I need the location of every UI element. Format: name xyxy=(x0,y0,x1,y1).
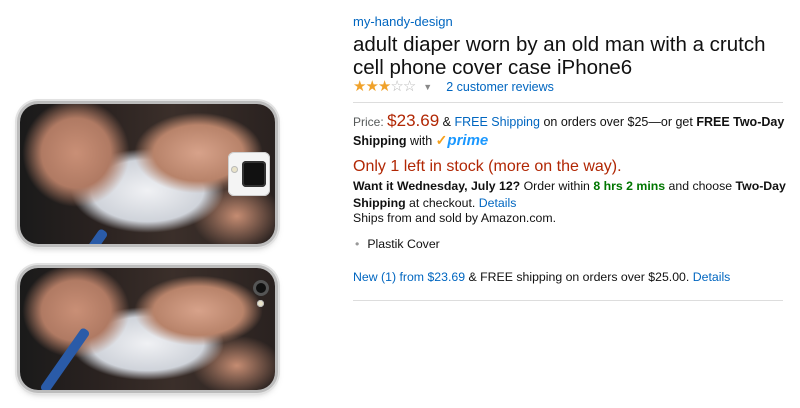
star-filled-icon: ★ xyxy=(353,78,366,95)
star-filled-icon: ★ xyxy=(365,78,378,95)
camera-lens-icon xyxy=(253,280,269,296)
customer-reviews-link[interactable]: 2 customer reviews xyxy=(446,80,554,94)
flash-icon xyxy=(257,300,264,307)
delivery-message: Want it Wednesday, July 12? Order within… xyxy=(353,178,793,212)
price-label: Price: xyxy=(353,115,384,129)
new-offers-link[interactable]: New (1) from $23.69 xyxy=(353,270,465,284)
shipping-text: on orders over $25—or get xyxy=(543,115,693,129)
star-filled-icon: ★ xyxy=(377,78,391,95)
prime-logo[interactable]: prime xyxy=(447,132,488,149)
feature-bullet: • Plastik Cover xyxy=(355,237,440,251)
with-text: with xyxy=(409,134,433,148)
star-empty-icon: ☆ xyxy=(402,78,416,95)
other-offers: New (1) from $23.69 & FREE shipping on o… xyxy=(353,270,730,284)
camera-module xyxy=(228,152,270,196)
price-value: $23.69 xyxy=(387,111,440,130)
divider xyxy=(353,300,783,301)
free-shipping-link[interactable]: FREE Shipping xyxy=(454,115,539,129)
chevron-down-icon[interactable]: ▼ xyxy=(423,82,432,92)
prime-check-icon: ✓ xyxy=(435,132,448,148)
star-empty-icon: ☆ xyxy=(390,78,403,95)
delivery-details-link[interactable]: Details xyxy=(479,196,517,210)
product-image-case-galaxy[interactable] xyxy=(20,104,275,244)
feature-text: Plastik Cover xyxy=(367,237,440,251)
offers-details-link[interactable]: Details xyxy=(693,270,731,284)
rating-row: ★★★☆☆ ▼ 2 customer reviews xyxy=(353,79,554,95)
price-block: Price: $23.69 & FREE Shipping on orders … xyxy=(353,112,793,150)
divider xyxy=(353,102,783,103)
product-title: adult diaper worn by an old man with a c… xyxy=(353,33,766,79)
product-image-gallery xyxy=(0,0,340,408)
checkout-text: at checkout. xyxy=(409,196,476,210)
brand-link[interactable]: my-handy-design xyxy=(353,14,453,29)
camera-lens-icon xyxy=(242,161,266,187)
star-rating[interactable]: ★★★☆☆ xyxy=(353,78,416,96)
bullet-icon: • xyxy=(355,237,360,251)
countdown-timer: 8 hrs 2 mins xyxy=(593,179,666,193)
delivery-date: Want it Wednesday, July 12? xyxy=(353,179,521,193)
flash-icon xyxy=(231,166,238,173)
order-within-text: Order within xyxy=(523,179,590,193)
ships-from-text: Ships from and sold by Amazon.com. xyxy=(353,211,556,225)
choose-text: and choose xyxy=(668,179,733,193)
amp: & xyxy=(442,115,451,129)
offers-shipping-text: & FREE shipping on orders over $25.00. xyxy=(468,270,690,284)
product-image-case-iphone[interactable] xyxy=(20,268,275,390)
stock-status: Only 1 left in stock (more on the way). xyxy=(353,158,622,175)
